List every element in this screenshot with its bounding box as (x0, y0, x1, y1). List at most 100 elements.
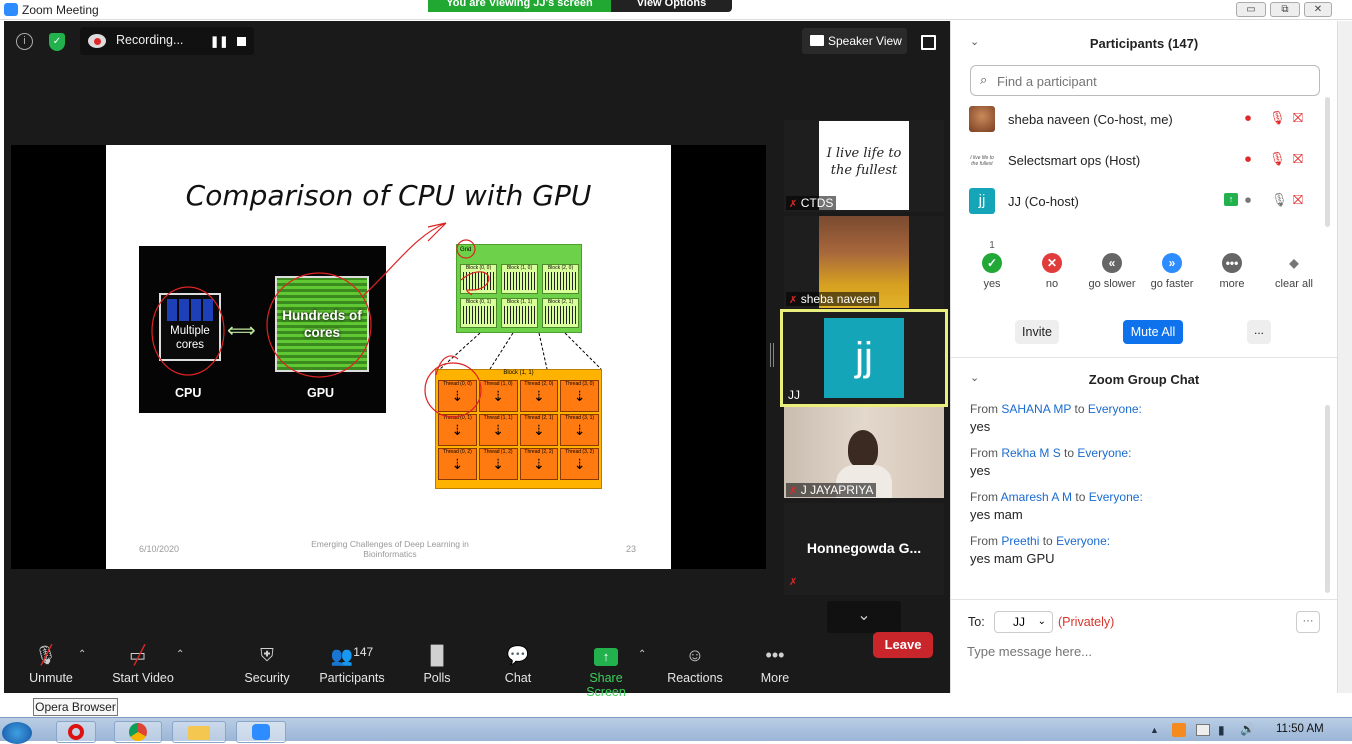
participant-row[interactable]: jj JJ (Co-host) ↑ ⏺ 🎙 ⛝ (969, 188, 1319, 216)
pause-recording-icon[interactable]: ❚❚ (210, 35, 228, 48)
fullscreen-icon[interactable] (921, 35, 936, 50)
close-window-button[interactable]: ✕ (1304, 2, 1332, 17)
audio-options-chevron-icon[interactable]: ⌃ (78, 649, 86, 660)
taskbar-clock[interactable]: 11:50 AM (1276, 723, 1324, 735)
chat-recipient-select[interactable]: JJ ⌄ (994, 611, 1053, 633)
file-explorer-taskbar-icon[interactable] (172, 721, 226, 743)
chat-sender[interactable]: Amaresh A M (1001, 490, 1072, 504)
video-thumbnail-sheba[interactable]: ✗ sheba naveen (784, 216, 944, 308)
speaker-view-button[interactable]: Speaker View (802, 28, 907, 54)
participant-avatar: jj (969, 188, 995, 214)
chat-sender[interactable]: SAHANA MP (1001, 402, 1071, 416)
side-panel: ⌄ Participants (147) ⌕ sheba naveen (Co-… (950, 21, 1337, 693)
participant-name: ✗ J JAYAPRIYA (786, 483, 877, 497)
reaction-go-slower-button[interactable]: « go slower (1084, 240, 1140, 290)
chat-sender[interactable]: Rekha M S (1001, 446, 1060, 460)
start-video-button[interactable]: ▭╱ Start Video (112, 645, 174, 689)
chat-recipient[interactable]: Everyone: (1056, 534, 1110, 548)
chat-recipient[interactable]: Everyone: (1077, 446, 1131, 460)
slide-date: 6/10/2020 (139, 544, 180, 554)
chat-message-header: From Amaresh A M to Everyone: (970, 490, 1310, 504)
chat-message-text: yes (970, 419, 991, 434)
video-thumbnail-jj-active[interactable]: jj JJ (780, 309, 948, 407)
chat-recipient[interactable]: Everyone: (1088, 402, 1142, 416)
chat-message-header: From SAHANA MP to Everyone: (970, 402, 1310, 416)
opera-browser-tooltip: Opera Browser (33, 698, 118, 716)
reaction-label: more (1219, 278, 1245, 290)
recording-status-icon: ⏺ (1245, 111, 1252, 125)
reaction-clear-all-button[interactable]: ◆ clear all (1266, 240, 1322, 290)
leave-button[interactable]: Leave (873, 632, 933, 658)
tray-up-arrow-icon[interactable]: ▲ (1150, 725, 1159, 735)
tray-network-icon[interactable] (1196, 724, 1210, 736)
share-screen-button[interactable]: ↑ Share Screen (569, 645, 643, 699)
chat-message-input[interactable] (967, 641, 1317, 661)
reactions-smiley-icon: ☺ (685, 645, 705, 665)
chat-message-text: yes (970, 463, 991, 478)
opera-taskbar-icon[interactable] (56, 721, 96, 743)
tray-battery-icon[interactable]: ▮ (1218, 723, 1225, 737)
presentation-slide: Comparison of CPU with GPU Multiple core… (106, 145, 671, 569)
info-icon[interactable]: i (16, 33, 33, 50)
minimize-button[interactable]: ▭ (1236, 2, 1266, 17)
reactions-button[interactable]: ☺ Reactions (667, 645, 723, 689)
chat-button[interactable]: 💬 Chat (498, 645, 538, 689)
participant-search-input[interactable] (997, 70, 1297, 92)
grid-view-icon (810, 35, 824, 46)
unmute-button[interactable]: 🎙╱ Unmute (26, 645, 76, 689)
chat-recipient[interactable]: Everyone: (1089, 490, 1143, 504)
reaction-yes-button[interactable]: 1 ✓ yes (964, 240, 1020, 290)
video-thumbnail-honnegowda[interactable]: Honnegowda G... ✗ (784, 503, 944, 595)
video-thumbnail-jayapriya[interactable]: ✗ J JAYAPRIYA (784, 407, 944, 499)
muted-mic-icon: ✗ (789, 295, 798, 306)
participants-more-button[interactable]: ... (1247, 320, 1271, 344)
slide-footer: Emerging Challenges of Deep Learning in … (311, 539, 469, 559)
mute-all-button[interactable]: Mute All (1123, 320, 1183, 344)
chevron-down-icon: ⌄ (1037, 616, 1046, 627)
participants-button[interactable]: 👥147 Participants (319, 645, 385, 689)
participant-search-field[interactable]: ⌕ (970, 65, 1320, 96)
tray-volume-icon[interactable]: 🔊 (1240, 722, 1255, 736)
stop-recording-icon[interactable] (237, 37, 246, 46)
reaction-more-button[interactable]: ••• more (1204, 240, 1260, 290)
security-button[interactable]: ⛨ Security (242, 645, 292, 689)
go-faster-icon: » (1162, 253, 1182, 273)
reaction-label: go faster (1150, 278, 1194, 290)
tray-app-icon[interactable] (1172, 723, 1186, 737)
chrome-taskbar-icon[interactable] (114, 721, 162, 743)
chat-to: to (1074, 402, 1085, 416)
participant-row[interactable]: I live life to the fullest Selectsmart o… (969, 147, 1319, 175)
chat-to: to (1042, 534, 1053, 548)
chat-scrollbar[interactable] (1325, 405, 1330, 593)
view-options-button[interactable]: View Options (611, 0, 732, 12)
windows-taskbar: ▲ ▮ 🔊 11:50 AM (0, 717, 1352, 744)
participant-name: ✗ CTDS (786, 196, 837, 210)
participant-row[interactable]: sheba naveen (Co-host, me) ⏺ 🎙 ⛝ (969, 106, 1319, 134)
share-options-chevron-icon[interactable]: ⌃ (638, 649, 646, 660)
sharing-screen-icon: ↑ (1224, 193, 1238, 206)
chat-to-label: To: (968, 615, 985, 629)
chat-more-button[interactable]: ··· (1296, 611, 1320, 633)
reaction-go-faster-button[interactable]: » go faster (1144, 240, 1200, 290)
encryption-shield-icon[interactable]: ✓ (49, 33, 65, 51)
video-options-chevron-icon[interactable]: ⌃ (176, 649, 184, 660)
video-thumbnail-ctds[interactable]: I live life to the fullest ✗ CTDS (784, 120, 944, 212)
invite-button[interactable]: Invite (1015, 320, 1059, 344)
resize-handle[interactable] (770, 343, 774, 367)
scroll-down-chevron-icon[interactable]: ⌄ (827, 601, 901, 633)
polls-button[interactable]: ▐▌ Polls (417, 645, 457, 689)
panel-divider (951, 357, 1337, 358)
more-button[interactable]: ••• More (756, 645, 794, 689)
reaction-count (1144, 240, 1200, 253)
recording-label: Recording... (116, 33, 184, 47)
participants-scrollbar[interactable] (1325, 97, 1330, 227)
reaction-no-button[interactable]: ✕ no (1024, 240, 1080, 290)
maximize-button[interactable]: ⧉ (1270, 2, 1300, 17)
speaker-view-label: Speaker View (828, 34, 902, 48)
zoom-taskbar-icon[interactable] (236, 721, 286, 743)
chat-message-text: yes mam (970, 507, 1023, 522)
chat-sender[interactable]: Preethi (1001, 534, 1039, 548)
pen-annotations (151, 222, 490, 418)
reaction-count (1204, 240, 1260, 253)
chat-from-prefix: From (970, 490, 998, 504)
